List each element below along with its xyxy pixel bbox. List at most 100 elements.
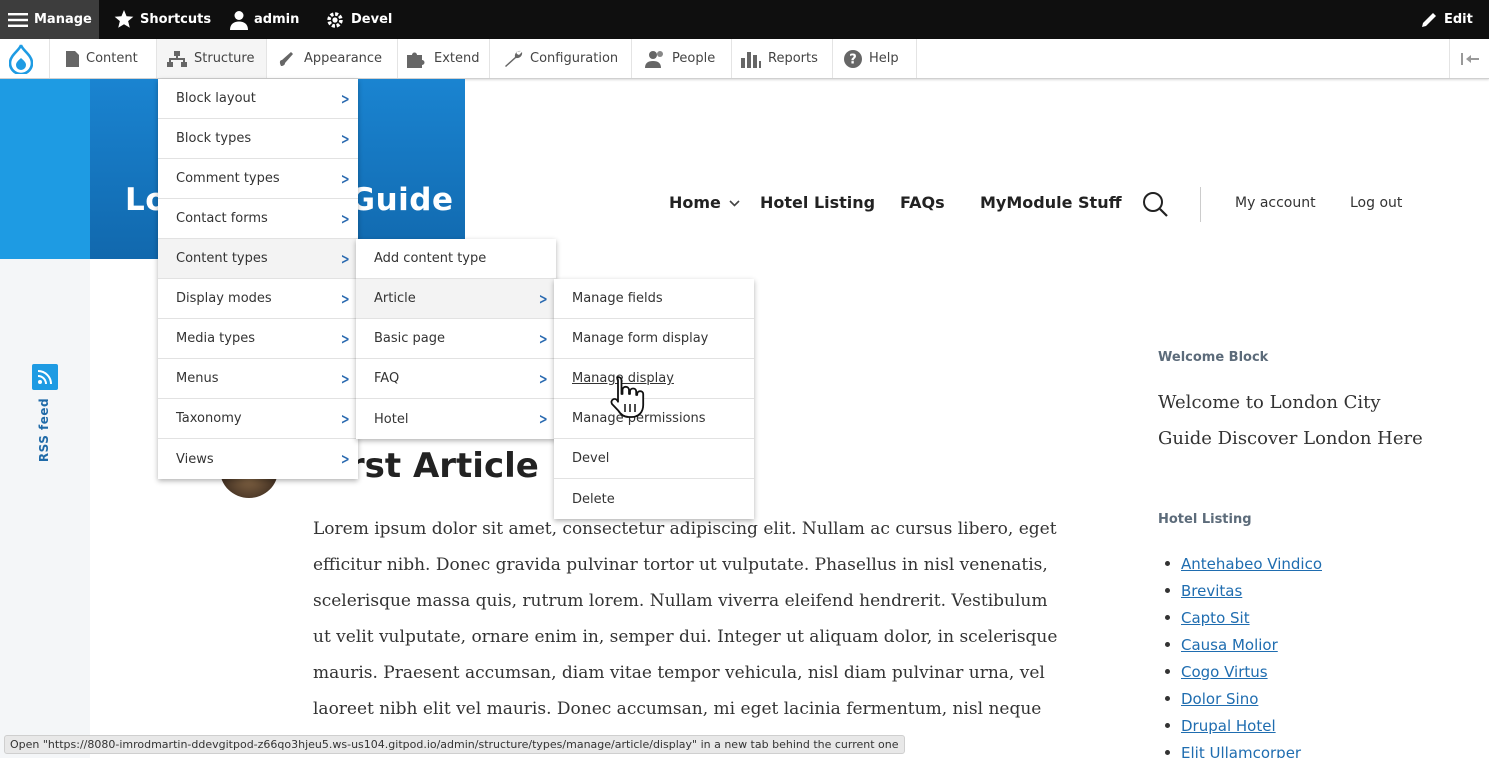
list-item: Cogo Virtus bbox=[1165, 658, 1322, 685]
chevron-right-icon: > bbox=[341, 249, 351, 268]
menu-item-display-modes[interactable]: Display modes > bbox=[158, 279, 358, 319]
left-gutter bbox=[0, 259, 90, 758]
chevron-right-icon: > bbox=[539, 369, 549, 388]
menu-item-add-content-type[interactable]: Add content type bbox=[356, 239, 556, 279]
menu-item-hotel[interactable]: Hotel > bbox=[356, 399, 556, 439]
menu-item-block-layout[interactable]: Block layout > bbox=[158, 79, 358, 119]
bar-chart-icon bbox=[741, 51, 761, 68]
nav-hotel-listing[interactable]: Hotel Listing bbox=[760, 193, 875, 212]
menu-item-block-types[interactable]: Block types > bbox=[158, 119, 358, 159]
user-button[interactable]: admin bbox=[230, 0, 299, 39]
menu-item-faq[interactable]: FAQ > bbox=[356, 359, 556, 399]
banner-accent bbox=[0, 79, 90, 259]
menu-item-manage-display[interactable]: Manage display bbox=[554, 359, 754, 399]
tray-item-reports[interactable]: Reports bbox=[732, 39, 833, 78]
drupal-logo[interactable] bbox=[0, 39, 50, 78]
nav-faqs[interactable]: FAQs bbox=[900, 193, 945, 212]
article-body-line: efficitur nibh. Donec gravida pulvinar t… bbox=[313, 555, 1048, 575]
hotel-link[interactable]: Brevitas bbox=[1181, 582, 1242, 600]
nav-home[interactable]: Home bbox=[669, 193, 741, 212]
welcome-text-line: Welcome to London City bbox=[1158, 392, 1381, 413]
collapse-tray-button[interactable] bbox=[1449, 39, 1489, 78]
chevron-right-icon: > bbox=[341, 369, 351, 388]
chevron-right-icon: > bbox=[341, 209, 351, 228]
menu-item-comment-types[interactable]: Comment types > bbox=[158, 159, 358, 199]
menu-item-contact-forms[interactable]: Contact forms > bbox=[158, 199, 358, 239]
article-menu: Manage fields Manage form display Manage… bbox=[554, 279, 754, 519]
rss-feed-label[interactable]: RSS feed bbox=[37, 398, 51, 462]
tray-label: Extend bbox=[434, 51, 480, 66]
content-types-menu: Add content type Article > Basic page > FA… bbox=[356, 239, 556, 439]
menu-item-basic-page[interactable]: Basic page > bbox=[356, 319, 556, 359]
menu-item-manage-form-display[interactable]: Manage form display bbox=[554, 319, 754, 359]
chevron-right-icon: > bbox=[341, 289, 351, 308]
menu-item-label: Add content type bbox=[374, 251, 487, 266]
chevron-right-icon: > bbox=[341, 329, 351, 348]
hotel-link[interactable]: Antehabeo Vindico bbox=[1181, 555, 1322, 573]
admin-toolbar: Manage Shortcuts admin Devel Edit bbox=[0, 0, 1489, 39]
tray-item-appearance[interactable]: Appearance bbox=[267, 39, 398, 78]
hotel-link[interactable]: Cogo Virtus bbox=[1181, 663, 1268, 681]
hotel-link[interactable]: Capto Sit bbox=[1181, 609, 1250, 627]
chevron-right-icon: > bbox=[539, 329, 549, 348]
menu-item-label: Views bbox=[176, 451, 214, 467]
menu-item-menus[interactable]: Menus > bbox=[158, 359, 358, 399]
menu-item-label: Manage fields bbox=[572, 291, 663, 306]
tray-item-configuration[interactable]: Configuration bbox=[490, 39, 632, 78]
menu-item-label: Comment types bbox=[176, 171, 280, 186]
manage-button[interactable]: Manage bbox=[0, 0, 99, 39]
hotel-link[interactable]: Causa Molior bbox=[1181, 636, 1278, 654]
puzzle-icon bbox=[407, 52, 425, 68]
shortcuts-label: Shortcuts bbox=[140, 12, 212, 27]
article-body-line: ut velit vulputate, ornare enim in, semp… bbox=[313, 627, 1058, 647]
menu-item-manage-fields[interactable]: Manage fields bbox=[554, 279, 754, 319]
edit-button[interactable]: Edit bbox=[1420, 0, 1473, 39]
menu-item-label: Block types bbox=[176, 131, 252, 146]
browser-status-bar: Open "https://8080-imrodmartin-ddevgitpo… bbox=[4, 735, 905, 754]
tray-item-structure[interactable]: Structure bbox=[157, 39, 267, 78]
tray-item-people[interactable]: People bbox=[632, 39, 732, 78]
gear-icon bbox=[327, 11, 343, 28]
menu-item-label: Taxonomy bbox=[176, 411, 242, 426]
menu-item-label: Hotel bbox=[374, 411, 409, 427]
menu-item-article[interactable]: Article > bbox=[356, 279, 556, 319]
tray-item-extend[interactable]: Extend bbox=[398, 39, 490, 78]
menu-item-delete[interactable]: Delete bbox=[554, 479, 754, 519]
menu-item-taxonomy[interactable]: Taxonomy > bbox=[158, 399, 358, 439]
chevron-right-icon: > bbox=[341, 129, 351, 148]
tray-item-help[interactable]: ? Help bbox=[833, 39, 917, 78]
collapse-left-icon bbox=[1460, 52, 1479, 65]
chevron-right-icon: > bbox=[341, 450, 351, 468]
article-body-line: mauris. Praesent accumsan, diam vitae te… bbox=[313, 663, 1045, 683]
wrench-icon bbox=[505, 50, 523, 67]
tray-label: Configuration bbox=[530, 51, 619, 66]
menu-item-views[interactable]: Views > bbox=[158, 439, 358, 479]
tray-label: People bbox=[672, 51, 716, 66]
welcome-block-heading: Welcome Block bbox=[1158, 350, 1269, 365]
menu-item-label: Block layout bbox=[176, 91, 256, 106]
menu-item-media-types[interactable]: Media types > bbox=[158, 319, 358, 359]
tray-item-content[interactable]: Content bbox=[50, 39, 157, 78]
nav-mymodule-stuff[interactable]: MyModule Stuff bbox=[980, 193, 1122, 212]
nav-log-out[interactable]: Log out bbox=[1350, 195, 1402, 211]
nav-home-label: Home bbox=[669, 193, 721, 212]
admin-tray: Content Structure Appearance Extend Conf… bbox=[0, 39, 1489, 79]
menu-item-devel[interactable]: Devel bbox=[554, 439, 754, 479]
list-item: Elit Ullamcorper bbox=[1165, 739, 1322, 758]
hotel-link[interactable]: Elit Ullamcorper bbox=[1181, 744, 1301, 758]
menu-item-manage-permissions[interactable]: Manage permissions bbox=[554, 399, 754, 439]
tray-label: Appearance bbox=[304, 51, 383, 66]
menu-item-content-types[interactable]: Content types > bbox=[158, 239, 358, 279]
rss-feed-button[interactable] bbox=[32, 364, 58, 390]
list-item: Capto Sit bbox=[1165, 604, 1322, 631]
search-button[interactable] bbox=[1141, 190, 1169, 222]
nav-my-account[interactable]: My account bbox=[1235, 195, 1316, 211]
hamburger-icon bbox=[8, 12, 28, 27]
rss-icon bbox=[37, 370, 52, 385]
hotel-link[interactable]: Dolor Sino bbox=[1181, 690, 1258, 708]
search-icon bbox=[1143, 192, 1168, 217]
hotel-link[interactable]: Drupal Hotel bbox=[1181, 717, 1276, 735]
user-label: admin bbox=[254, 12, 300, 27]
devel-button[interactable]: Devel bbox=[325, 0, 392, 39]
shortcuts-button[interactable]: Shortcuts bbox=[114, 0, 211, 39]
